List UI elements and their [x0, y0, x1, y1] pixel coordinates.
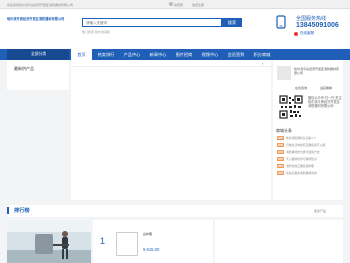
news-item[interactable]: 新闻 灭火器的检查与保养知识: [277, 156, 341, 162]
nav-item-home[interactable]: 首页: [71, 49, 92, 60]
ranking-banner-image: [7, 220, 91, 263]
login-link[interactable]: 请登录: [174, 3, 183, 7]
search-button[interactable]: 搜索: [222, 18, 242, 27]
news-title: 商城头条: [276, 128, 292, 133]
welcome-message: 欢迎来到哈尔滨平房经济开发区消防器材有限公司: [7, 2, 74, 7]
ranking-side-panel: [215, 220, 343, 263]
news-item[interactable]: 新闻 消防器材的分类与使用方法: [277, 149, 341, 155]
ranking-number: 1: [100, 236, 106, 246]
news-item[interactable]: 新闻 日常生活中如何正确使用灭火器: [277, 142, 341, 148]
ranking-title: 排行榜: [14, 208, 30, 214]
left-panel: [7, 60, 69, 90]
news-item[interactable]: 新闻 消防栓的正确使用步骤: [277, 163, 341, 169]
nav-item-news[interactable]: 新闻中心: [146, 49, 170, 60]
news-item-text[interactable]: 消防器材的分类与使用方法: [286, 150, 320, 154]
consult-button[interactable]: 在线咨询: [295, 86, 310, 91]
main-banner-area: [71, 60, 271, 200]
news-tag: 新闻: [277, 164, 284, 169]
ranking-header: [7, 205, 343, 217]
register-link[interactable]: 免费注册: [192, 3, 204, 7]
product-thumbnail[interactable]: [116, 232, 138, 256]
news-item-text[interactable]: 消防栓的正确使用步骤: [286, 164, 314, 168]
category-menu[interactable]: 全部分类: [7, 49, 69, 60]
left-panel-title: 最新供产品: [14, 66, 34, 71]
news-item[interactable]: 新闻 家庭必备的消防器材清单: [277, 170, 341, 176]
news-item-text[interactable]: 你对消防器材认识多少?: [286, 136, 316, 140]
phone-icon: [276, 15, 286, 29]
news-tag: 新闻: [277, 150, 284, 155]
nav-item-points[interactable]: 积分商城: [250, 49, 274, 60]
fitness-photo: [7, 220, 91, 263]
company-logo: [277, 66, 291, 80]
product-price: ¥ 615.00: [143, 247, 160, 252]
wechat-qr-text: 微信公众号 扫一扫 关注哈尔滨平房经济开发区消防器材有限公司: [308, 96, 342, 109]
company-name[interactable]: 哈尔滨平房经济开发区消防器材有限公司: [294, 67, 340, 76]
online-service-icon[interactable]: [294, 31, 298, 36]
news-item[interactable]: 新闻 你对消防器材认识多少?: [277, 135, 341, 141]
chevron-right-icon[interactable]: ›: [262, 62, 266, 66]
product-name[interactable]: 白护服: [143, 232, 152, 236]
nav-item-hot[interactable]: 热卖排行: [94, 49, 118, 60]
user-icon: [169, 2, 173, 6]
search-input[interactable]: [83, 19, 221, 26]
hot-words: 热门搜索 哈尔滨消防: [82, 30, 110, 34]
main-scrollbar[interactable]: [71, 60, 271, 67]
news-tag: 新闻: [277, 157, 284, 162]
news-item-text[interactable]: 灭火器的检查与保养知识: [286, 157, 317, 161]
logo-text[interactable]: 哈尔滨平房经济开发区消防器材有限公司: [7, 16, 64, 21]
search-box: [82, 18, 222, 27]
nav-item-video[interactable]: 视频中心: [198, 49, 222, 60]
hotline-label: 全国服务热线: [296, 16, 327, 22]
online-service-link[interactable]: 在线客服: [300, 31, 314, 36]
ranking-accent: [7, 207, 9, 214]
qr-code: [279, 95, 303, 119]
nav-item-signin[interactable]: 会员签到: [224, 49, 248, 60]
hotline-number: 13845091006: [296, 22, 339, 29]
news-item-text[interactable]: 日常生活中如何正确使用灭火器: [286, 143, 325, 147]
ranking-more-link[interactable]: 更多产品: [314, 209, 326, 213]
ranking-item[interactable]: [93, 220, 213, 263]
news-item-text[interactable]: 家庭必备的消防器材清单: [286, 171, 317, 175]
nav-item-products[interactable]: 产品中心: [120, 49, 144, 60]
news-tag: 新闻: [277, 136, 284, 141]
visit-shop-button[interactable]: 进店看看: [320, 86, 335, 91]
nav-item-images[interactable]: 图片招商: [172, 49, 196, 60]
news-tag: 新闻: [277, 171, 284, 176]
news-tag: 新闻: [277, 143, 284, 148]
